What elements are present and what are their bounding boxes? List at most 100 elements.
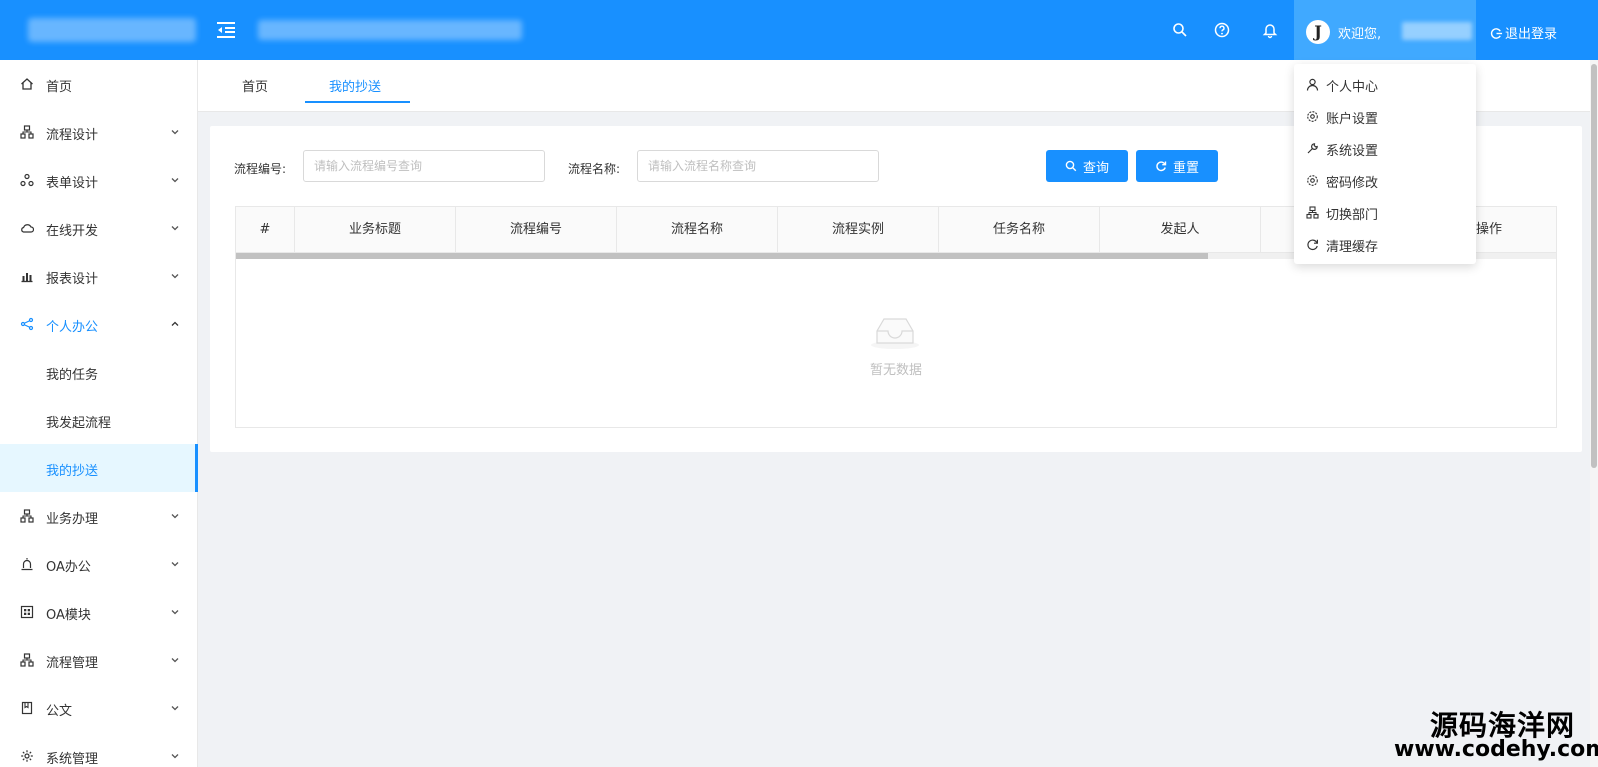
tab-active-indicator xyxy=(305,101,410,103)
flow-icon xyxy=(20,653,34,667)
sidebar-item-personal-office[interactable]: 个人办公 xyxy=(0,300,198,348)
menu-item-switch-dept[interactable]: 切换部门 xyxy=(1294,196,1476,228)
form-icon xyxy=(20,173,34,187)
sidebar-item-label: OA办公 xyxy=(46,560,91,575)
menu-toggle-icon[interactable] xyxy=(214,18,238,42)
sidebar-item-documents[interactable]: 公文 xyxy=(0,684,198,732)
chevron-down-icon xyxy=(171,610,179,615)
sidebar-item-report-design[interactable]: 报表设计 xyxy=(0,252,198,300)
user-icon xyxy=(1306,78,1319,91)
sidebar-item-my-started[interactable]: 我发起流程 xyxy=(0,396,198,444)
menu-item-label: 密码修改 xyxy=(1326,176,1379,191)
chart-icon xyxy=(21,273,33,283)
username xyxy=(1402,22,1472,40)
sidebar-item-oa-module[interactable]: OA模块 xyxy=(0,588,198,636)
sidebar-item-label: 流程设计 xyxy=(46,128,99,143)
menu-item-account-settings[interactable]: 账户设置 xyxy=(1294,100,1476,132)
process-no-label: 流程编号: xyxy=(234,162,287,176)
menu-item-clear-cache[interactable]: 清理缓存 xyxy=(1294,228,1476,260)
cloud-icon xyxy=(21,224,34,233)
sidebar-item-label: 公文 xyxy=(46,704,73,719)
bell-icon[interactable] xyxy=(1260,20,1280,40)
reset-button[interactable]: 重置 xyxy=(1136,150,1218,182)
logout-button[interactable]: 退出登录 xyxy=(1490,23,1557,42)
sidebar-item-home[interactable]: 首页 xyxy=(0,60,198,108)
empty-inbox-icon xyxy=(871,318,919,349)
column-header: # xyxy=(236,207,295,253)
sidebar-item-flow-manage[interactable]: 流程管理 xyxy=(0,636,198,684)
sidebar-item-label: 我的任务 xyxy=(46,368,99,383)
sidebar-item-label: 首页 xyxy=(46,80,73,95)
user-menu-trigger[interactable]: J 欢迎您, xyxy=(1294,0,1476,60)
sidebar-item-label: 业务办理 xyxy=(46,512,99,527)
chevron-up-icon xyxy=(171,321,179,326)
menu-item-profile[interactable]: 个人中心 xyxy=(1294,68,1476,100)
tab-my-cc[interactable]: 我的抄送 xyxy=(329,76,381,95)
doc-icon xyxy=(21,701,33,715)
sidebar-item-flow-design[interactable]: 流程设计 xyxy=(0,108,198,156)
column-header: 任务名称 xyxy=(939,207,1100,253)
sidebar-item-my-cc[interactable]: 我的抄送 xyxy=(0,444,198,492)
vertical-scrollbar[interactable] xyxy=(1590,60,1598,767)
menu-item-system-settings[interactable]: 系统设置 xyxy=(1294,132,1476,164)
sidebar-item-business[interactable]: 业务办理 xyxy=(0,492,198,540)
user-dropdown-menu: 个人中心 账户设置 系统设置 密码修改 切换部门 清理缓存 xyxy=(1294,64,1476,264)
sidebar-item-oa-office[interactable]: OA办公 xyxy=(0,540,198,588)
refresh-icon xyxy=(1307,239,1318,251)
menu-item-change-password[interactable]: 密码修改 xyxy=(1294,164,1476,196)
sidebar-item-form-design[interactable]: 表单设计 xyxy=(0,156,198,204)
sidebar-item-label: 在线开发 xyxy=(46,224,99,239)
watermark-en: www.codehy.com xyxy=(1394,737,1598,762)
help-icon[interactable] xyxy=(1212,20,1232,40)
reset-button-label: 重置 xyxy=(1172,160,1199,176)
chevron-down-icon xyxy=(171,274,179,279)
chevron-down-icon xyxy=(171,226,179,231)
tab-home[interactable]: 首页 xyxy=(242,76,268,95)
sidebar-item-label: 系统管理 xyxy=(46,752,99,767)
avatar: J xyxy=(1306,20,1330,44)
sidebar-item-system-manage[interactable]: 系统管理 xyxy=(0,732,198,767)
menu-item-label: 清理缓存 xyxy=(1326,240,1379,255)
share-icon xyxy=(20,317,34,331)
chevron-down-icon xyxy=(171,178,179,183)
sidebar-item-label: 报表设计 xyxy=(46,272,99,287)
sidebar-item-label: 我发起流程 xyxy=(46,416,112,431)
scrollbar-thumb[interactable] xyxy=(236,253,1208,259)
search-icon[interactable] xyxy=(1170,20,1190,40)
menu-item-label: 切换部门 xyxy=(1326,208,1379,223)
alarm-icon xyxy=(21,558,33,571)
grid-icon xyxy=(20,605,34,619)
refresh-icon xyxy=(1156,161,1167,172)
menu-item-label: 系统设置 xyxy=(1326,144,1379,159)
column-header: 流程名称 xyxy=(617,207,778,253)
search-icon xyxy=(1065,160,1077,172)
sidebar-item-my-tasks[interactable]: 我的任务 xyxy=(0,348,198,396)
flow-icon xyxy=(1306,206,1319,219)
search-button-label: 查询 xyxy=(1082,160,1109,176)
gear-icon xyxy=(1307,175,1318,186)
app-title xyxy=(258,20,522,40)
chevron-down-icon xyxy=(171,706,179,711)
search-button[interactable]: 查询 xyxy=(1046,150,1128,182)
process-name-label: 流程名称: xyxy=(568,162,621,176)
process-name-input[interactable] xyxy=(637,150,879,182)
gear-icon xyxy=(21,750,33,762)
sidebar-item-label: 个人办公 xyxy=(46,320,99,335)
welcome-text: 欢迎您, xyxy=(1338,27,1382,42)
scrollbar-thumb[interactable] xyxy=(1591,64,1597,468)
chevron-down-icon xyxy=(171,562,179,567)
column-header: 发起人 xyxy=(1100,207,1261,253)
top-header: J 欢迎您, 退出登录 xyxy=(0,0,1598,60)
logo xyxy=(28,18,196,42)
menu-item-label: 账户设置 xyxy=(1326,112,1379,127)
column-header: 流程编号 xyxy=(456,207,617,253)
chevron-down-icon xyxy=(171,130,179,135)
sidebar-item-label: OA模块 xyxy=(46,608,91,623)
sidebar-item-label: 表单设计 xyxy=(46,176,99,191)
process-no-input[interactable] xyxy=(303,150,545,182)
sidebar-item-online-dev[interactable]: 在线开发 xyxy=(0,204,198,252)
flow-icon xyxy=(20,509,34,523)
empty-text: 暂无数据 xyxy=(869,363,922,378)
settings-icon xyxy=(1307,111,1318,122)
sidebar-item-label: 我的抄送 xyxy=(46,464,99,479)
